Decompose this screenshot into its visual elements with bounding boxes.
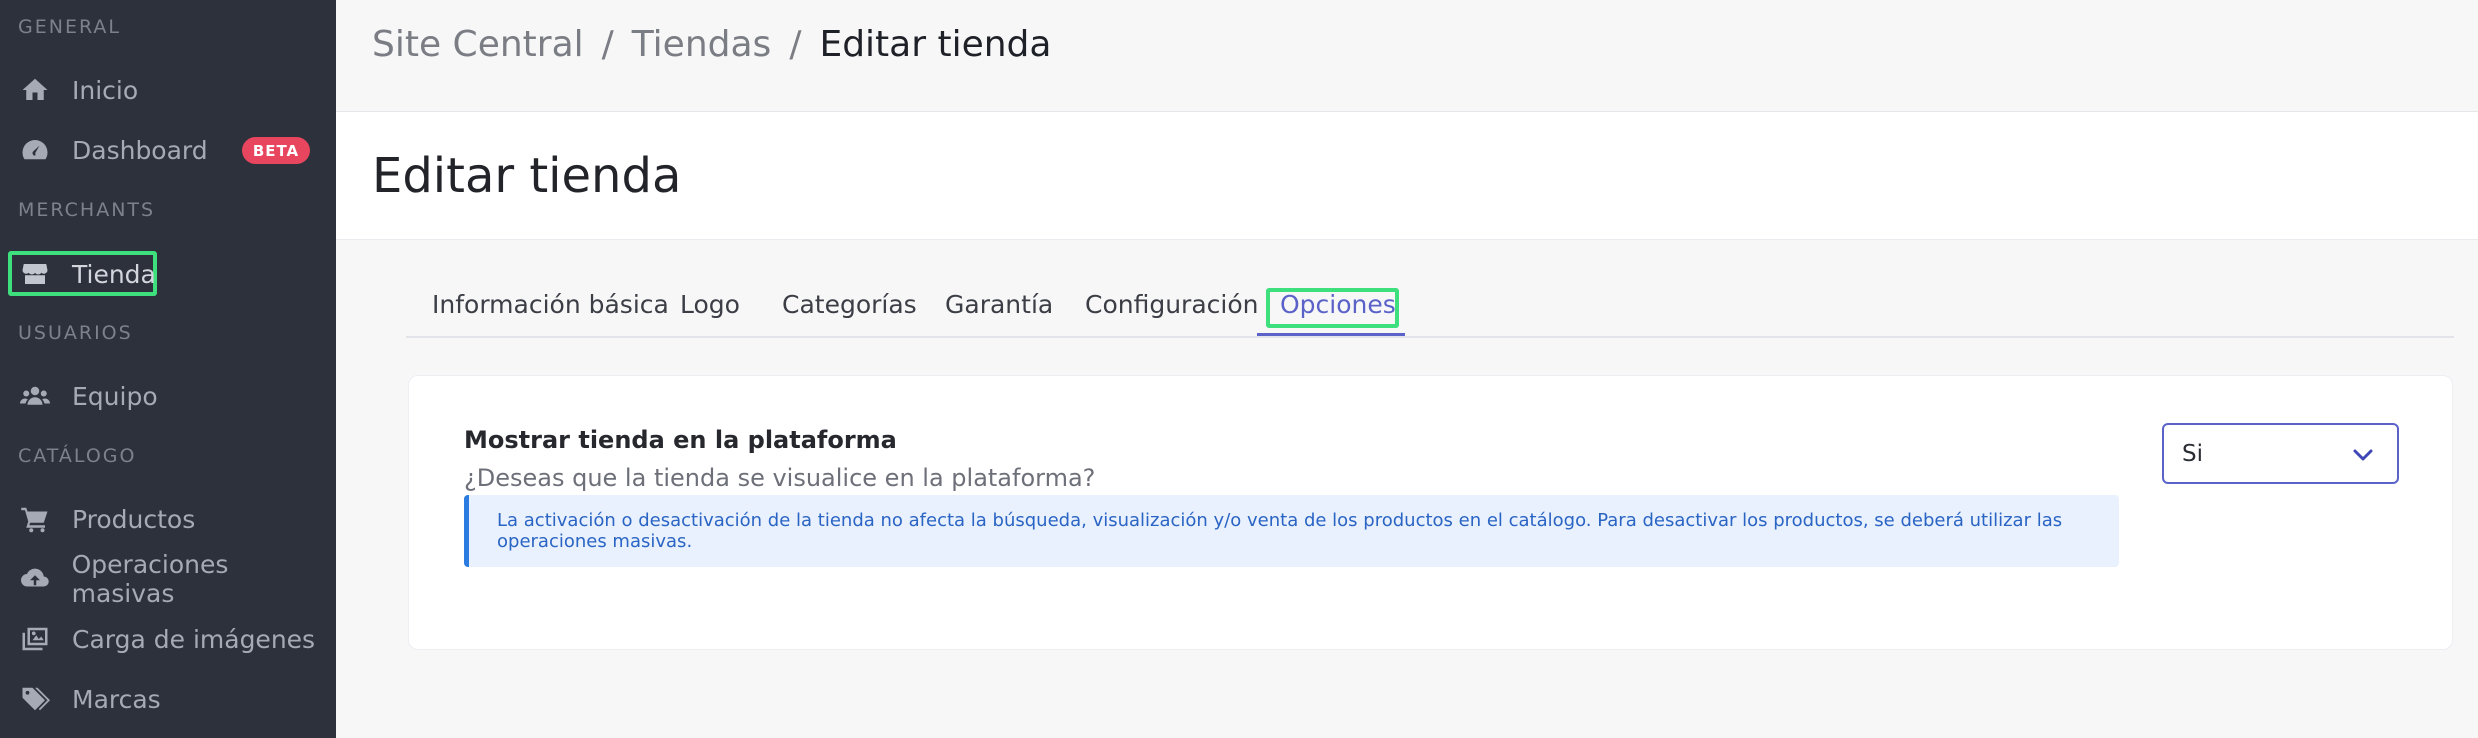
users-icon <box>18 379 52 413</box>
sidebar-item-label: Marcas <box>72 684 161 714</box>
options-card: Mostrar tienda en la plataforma ¿Deseas … <box>408 375 2453 650</box>
show-store-select[interactable]: Si <box>2162 423 2399 484</box>
images-icon <box>18 622 52 656</box>
sidebar-item-label: Productos <box>72 504 196 534</box>
info-alert: La activación o desactivación de la tien… <box>464 495 2119 567</box>
cloud-upload-icon <box>18 562 52 596</box>
sidebar-item-label: Equipo <box>72 381 158 411</box>
section-title-general: GENERAL <box>18 16 121 38</box>
breadcrumb-separator: / <box>601 24 614 65</box>
sidebar-item-carga-imagenes[interactable]: Carga de imágenes <box>18 615 315 663</box>
sidebar-item-tienda[interactable]: Tienda <box>18 250 156 298</box>
breadcrumb-tiendas[interactable]: Tiendas <box>632 24 772 65</box>
sidebar-item-productos[interactable]: Productos <box>18 495 195 543</box>
section-title-usuarios: USUARIOS <box>18 322 133 344</box>
gauge-icon <box>18 133 52 167</box>
sidebar-item-label: Dashboard <box>72 135 208 165</box>
sidebar-item-label: Operaciones masivas <box>71 550 229 608</box>
active-tab-highlight <box>1266 288 1399 328</box>
tab-bar: Información básica Logo Categorías Garan… <box>406 268 2454 338</box>
info-alert-text: La activación o desactivación de la tien… <box>497 510 2063 552</box>
section-title-merchants: MERCHANTS <box>18 199 156 221</box>
beta-badge: BETA <box>242 137 310 164</box>
tab-configuracion[interactable]: Configuración <box>1085 290 1259 319</box>
store-icon <box>18 257 52 291</box>
sidebar-item-label: Carga de imágenes <box>72 624 316 654</box>
sidebar-item-label: Tienda <box>72 259 156 289</box>
home-icon <box>18 73 52 107</box>
option-description: ¿Deseas que la tienda se visualice en la… <box>464 464 1096 492</box>
option-title: Mostrar tienda en la plataforma <box>464 426 897 454</box>
cart-icon <box>18 502 52 536</box>
sidebar-item-dashboard[interactable]: Dashboard <box>18 126 208 174</box>
active-tab-underline <box>1257 333 1405 336</box>
breadcrumb-current: Editar tienda <box>819 24 1052 65</box>
tab-garantia[interactable]: Garantía <box>945 290 1053 319</box>
breadcrumb: Site Central / Tiendas / Editar tienda <box>372 24 1051 65</box>
tags-icon <box>18 682 52 716</box>
sidebar: GENERAL Inicio Dashboard BETA MERCHANTS … <box>0 0 336 738</box>
tab-informacion-basica[interactable]: Información básica <box>432 290 669 319</box>
section-title-catalogo: CATÁLOGO <box>18 445 137 467</box>
top-bar: Site Central / Tiendas / Editar tienda <box>336 0 2478 112</box>
tab-categorias[interactable]: Categorías <box>782 290 917 319</box>
tab-logo[interactable]: Logo <box>680 290 740 319</box>
sidebar-item-label: Inicio <box>72 75 139 105</box>
chevron-down-icon <box>2351 443 2375 467</box>
sidebar-item-equipo[interactable]: Equipo <box>18 372 158 420</box>
breadcrumb-separator: / <box>789 24 802 65</box>
breadcrumb-site-central[interactable]: Site Central <box>372 24 584 65</box>
sidebar-item-operaciones-masivas[interactable]: Operaciones masivas <box>18 550 336 608</box>
sidebar-item-marcas[interactable]: Marcas <box>18 675 161 723</box>
sidebar-item-inicio[interactable]: Inicio <box>18 66 138 114</box>
page-title: Editar tienda <box>372 148 682 204</box>
title-band: Editar tienda <box>336 112 2478 240</box>
select-value: Si <box>2182 440 2203 467</box>
